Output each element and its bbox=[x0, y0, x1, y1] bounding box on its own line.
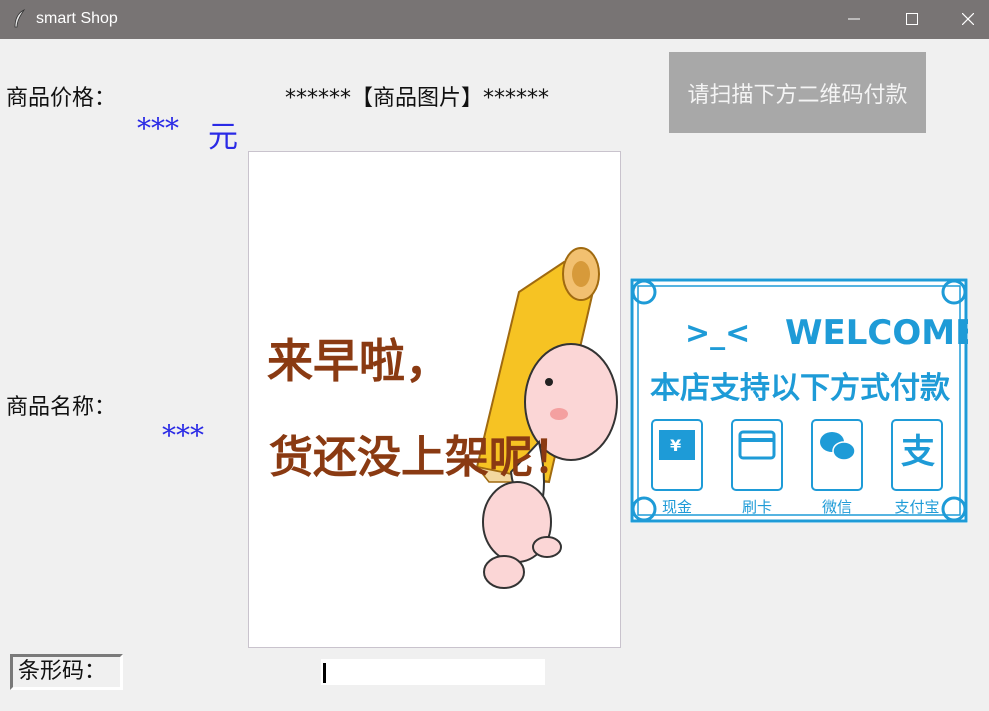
barcode-input[interactable] bbox=[321, 659, 545, 685]
image-text-line1: 来早啦， bbox=[267, 334, 451, 388]
image-heading: ******【商品图片】****** bbox=[285, 86, 550, 111]
welcome-text: WELCOME bbox=[785, 313, 968, 353]
minimize-button[interactable] bbox=[831, 0, 877, 39]
cash-icon: ¥ bbox=[651, 419, 703, 491]
wechat-icon bbox=[811, 419, 863, 491]
feather-icon bbox=[14, 9, 26, 28]
scan-qr-button[interactable]: 请扫描下方二维码付款 bbox=[669, 52, 926, 133]
product-image: 来早啦， 货还没上架呢！ bbox=[248, 151, 621, 648]
image-text-line2: 货还没上架呢！ bbox=[269, 432, 577, 483]
payment-headline: 本店支持以下方式付款 bbox=[650, 371, 951, 406]
minimize-icon bbox=[848, 18, 860, 20]
name-value: *** bbox=[162, 419, 204, 452]
text-caret bbox=[323, 663, 326, 683]
maximize-icon bbox=[906, 13, 918, 25]
alipay-icon: 支 bbox=[891, 419, 943, 491]
maximize-button[interactable] bbox=[889, 0, 935, 39]
emoticon-icon: >_< bbox=[685, 316, 750, 351]
svg-text:支: 支 bbox=[901, 432, 935, 472]
payment-banner-graphic: >_< WELCOME 本店支持以下方式付款 ¥ 支 现金 刷卡 微信 支付宝 bbox=[630, 278, 978, 523]
close-icon bbox=[962, 13, 974, 25]
price-unit: 元 bbox=[208, 120, 238, 155]
payment-methods-banner: >_< WELCOME 本店支持以下方式付款 ¥ 支 现金 刷卡 微信 支付宝 bbox=[630, 278, 978, 523]
not-stocked-illustration: 来早啦， 货还没上架呢！ bbox=[267, 247, 618, 589]
card-icon bbox=[731, 419, 783, 491]
price-label: 商品价格： bbox=[6, 86, 117, 111]
title-bar: smart Shop bbox=[0, 0, 989, 39]
method-label: 刷卡 bbox=[742, 498, 772, 516]
window-title: smart Shop bbox=[36, 10, 118, 27]
price-value: *** bbox=[137, 112, 179, 145]
method-label: 支付宝 bbox=[894, 498, 939, 516]
method-label: 现金 bbox=[662, 498, 692, 516]
svg-text:¥: ¥ bbox=[670, 436, 681, 455]
barcode-label: 条形码： bbox=[10, 654, 123, 690]
name-label: 商品名称： bbox=[6, 395, 117, 420]
close-button[interactable] bbox=[945, 0, 989, 39]
method-label: 微信 bbox=[822, 498, 852, 516]
